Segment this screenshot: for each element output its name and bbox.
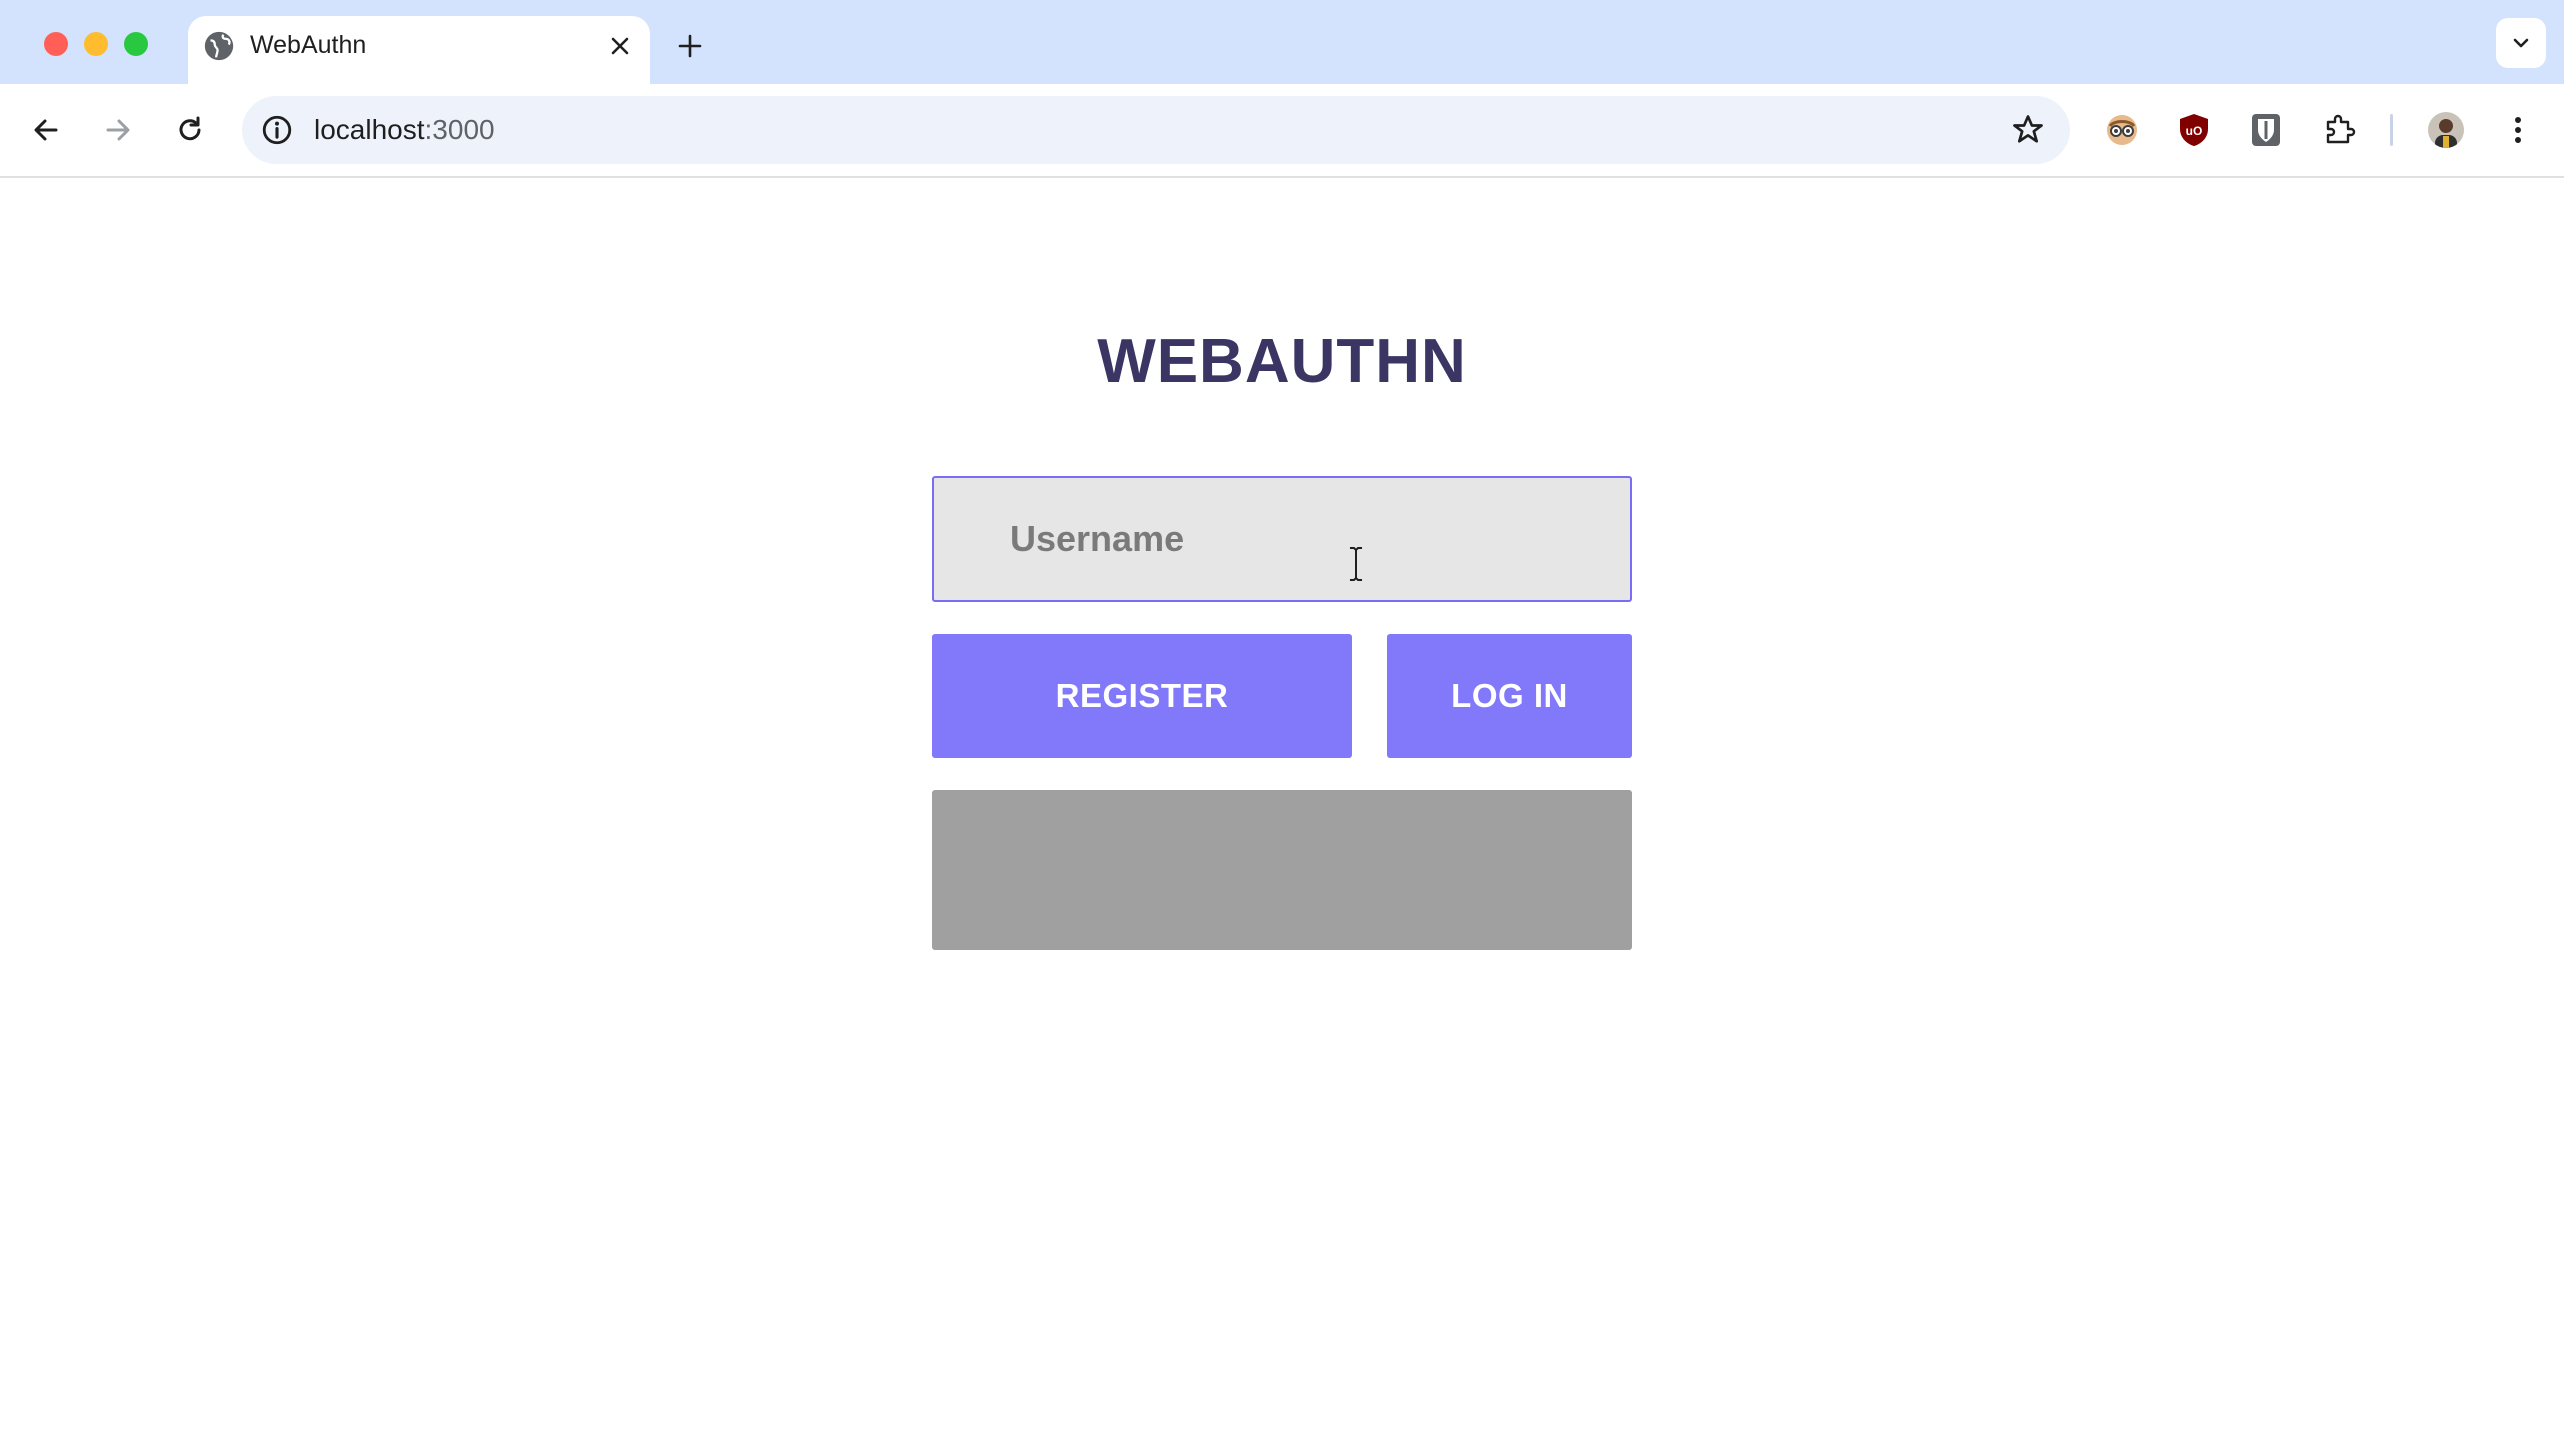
reload-button[interactable]	[166, 106, 214, 154]
svg-text:uO: uO	[2186, 124, 2203, 138]
tab-close-button[interactable]	[602, 28, 638, 64]
bitwarden-extension-button[interactable]	[2242, 106, 2290, 154]
maximize-window-button[interactable]	[124, 32, 148, 56]
toolbar-divider	[2390, 114, 2393, 146]
username-field[interactable]	[932, 476, 1632, 602]
back-button[interactable]	[22, 106, 70, 154]
browser-toolbar: localhost:3000 uO	[0, 84, 2564, 178]
login-button[interactable]: LOG IN	[1387, 634, 1632, 758]
tab-strip: WebAuthn	[0, 0, 2564, 84]
page-title: WEBAUTHN	[1097, 327, 1467, 396]
tab-webauthn[interactable]: WebAuthn	[188, 16, 650, 84]
reader-extension-icon	[2107, 115, 2137, 145]
chevron-down-icon	[2513, 38, 2529, 48]
reader-extension-button[interactable]	[2098, 106, 2146, 154]
tab-search-button[interactable]	[2496, 18, 2546, 68]
browser-window: WebAuthn localhost:3000 uO WEBAUTHN User…	[0, 0, 2564, 1444]
plus-icon	[678, 34, 702, 58]
reload-icon	[179, 116, 201, 141]
register-button[interactable]: REGISTER	[932, 634, 1352, 758]
tab-title: WebAuthn	[250, 31, 367, 59]
bookmark-star-icon[interactable]	[2010, 112, 2046, 148]
url-port: :3000	[424, 114, 495, 145]
new-tab-button[interactable]	[668, 24, 712, 68]
url-text[interactable]: localhost:3000	[314, 114, 495, 146]
forward-button[interactable]	[94, 106, 142, 154]
close-icon	[611, 37, 629, 55]
globe-icon	[204, 31, 234, 61]
address-bar[interactable]: localhost:3000	[242, 96, 2070, 164]
avatar	[2428, 112, 2464, 148]
page-content: WEBAUTHN REGISTER LOG IN	[0, 178, 2564, 1444]
browser-menu-button[interactable]	[2494, 106, 2542, 154]
extensions-button[interactable]	[2316, 106, 2364, 154]
more-vertical-icon	[2515, 117, 2521, 143]
username-input[interactable]	[934, 478, 1630, 600]
site-info-icon[interactable]	[260, 113, 294, 147]
close-window-button[interactable]	[44, 32, 68, 56]
bitwarden-shield-icon	[2252, 114, 2280, 146]
arrow-left-icon	[34, 119, 58, 141]
puzzle-piece-icon	[2326, 114, 2356, 144]
minimize-window-button[interactable]	[84, 32, 108, 56]
ublock-shield-icon: uO	[2180, 114, 2208, 146]
ublock-extension-button[interactable]: uO	[2170, 106, 2218, 154]
text-cursor-icon	[1350, 547, 1362, 581]
url-host: localhost	[314, 114, 425, 145]
arrow-right-icon	[106, 119, 130, 141]
profile-avatar-button[interactable]	[2422, 106, 2470, 154]
status-message-box	[932, 790, 1632, 950]
